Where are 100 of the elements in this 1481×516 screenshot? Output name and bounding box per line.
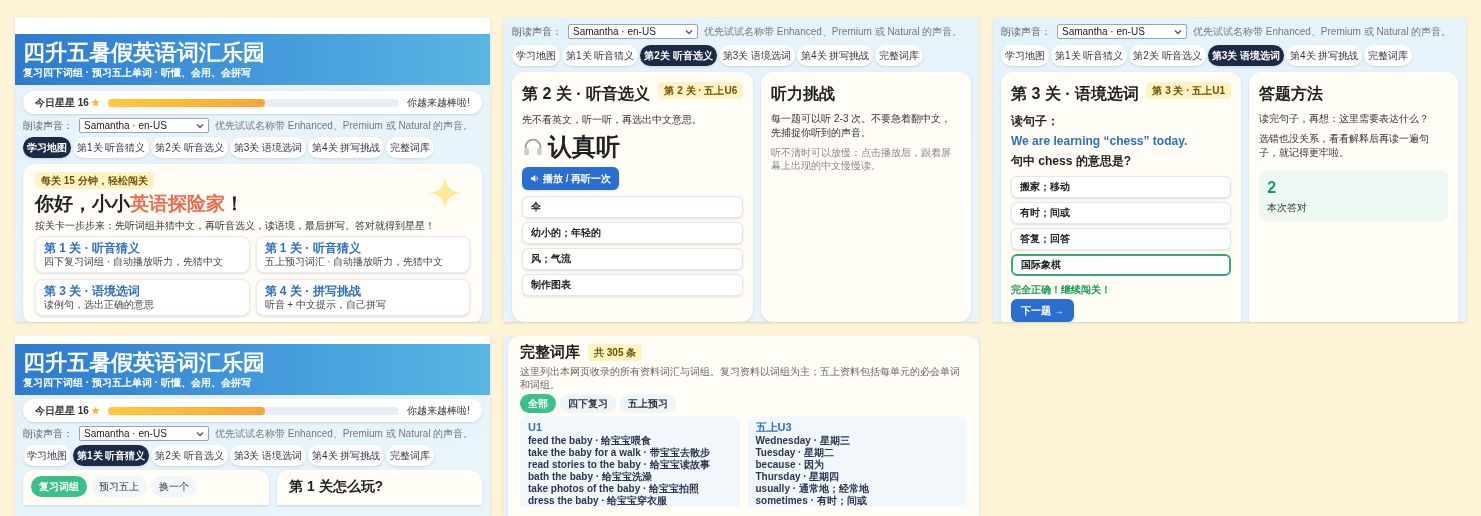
voice-select[interactable]: Samantha · en-US xyxy=(79,426,209,441)
nav-tab[interactable]: 完整词库 xyxy=(386,445,435,466)
next-button[interactable]: 下一题 → xyxy=(1011,299,1074,322)
star-icon xyxy=(90,406,100,415)
nav-tab[interactable]: 第4关 拼写挑战 xyxy=(1286,45,1363,66)
progress-message: 你越来越棒啦! xyxy=(407,96,470,110)
nav-tab[interactable]: 第3关 语境选词 xyxy=(1207,45,1285,66)
nav-tab[interactable]: 第2关 听音选义 xyxy=(151,137,228,158)
mode-toggle[interactable]: 预习五上 xyxy=(91,476,147,497)
speaker-icon xyxy=(530,174,539,183)
voice-label: 朗读声音： xyxy=(1001,25,1051,39)
word-entry: usually · 通常地；经常地 xyxy=(755,483,870,495)
level-description: 听音 + 中文提示，自己拼写 xyxy=(264,299,387,311)
card-description: 这里列出本网页收录的所有资料词汇与词组。复习资料以词组为主；五上资料包括每单元的必会单词和词组。 xyxy=(520,365,961,391)
level-card[interactable]: 第 1 关 · 听音猜义 五上预习词汇 · 自动播放听力，先猜中文 xyxy=(255,236,470,273)
word-entry: sometimes · 有时；间或 xyxy=(755,495,868,507)
greeting-heading: 你好，小小英语探险家！ xyxy=(35,193,245,215)
score-label: 本次答对 xyxy=(1267,201,1309,215)
card-title: 听力挑战 xyxy=(771,84,837,104)
word-entry: take photos of the baby · 给宝宝拍照 xyxy=(528,483,701,495)
nav-tab[interactable]: 完整词库 xyxy=(386,137,435,158)
word-entry: because · 因为 xyxy=(755,459,826,471)
group-heading: 五上U3 xyxy=(755,420,793,435)
answer-option[interactable]: 伞 xyxy=(522,196,744,218)
nav-tab[interactable]: 学习地图 xyxy=(1001,45,1049,66)
score-value: 2 xyxy=(1267,178,1278,198)
level-badge: 共 305 条 xyxy=(588,343,643,361)
nav-tab[interactable]: 第1关 听音猜义 xyxy=(562,45,639,66)
headphones-icon xyxy=(522,136,544,158)
nav-tab[interactable]: 完整词库 xyxy=(875,45,924,66)
mode-toggle[interactable]: 换一个 xyxy=(151,476,197,497)
feedback-text: 完全正确！继续闯关！ xyxy=(1011,283,1112,297)
nav-tab[interactable]: 第2关 听音选义 xyxy=(640,45,717,66)
card-note: 听不清时可以放慢：点击播放后，跟着屏幕上出现的中文慢慢读。 xyxy=(771,146,953,172)
question-text: 句中 chess 的意思是? xyxy=(1011,153,1133,170)
nav-tab[interactable]: 学习地图 xyxy=(23,445,71,466)
nav-tab[interactable]: 第4关 拼写挑战 xyxy=(308,445,385,466)
voice-label: 朗读声音： xyxy=(23,119,73,133)
nav-tab[interactable]: 第4关 拼写挑战 xyxy=(308,137,385,158)
app-subtitle: 复习四下词组 · 预习五上单词 · 听懂、会用、会拼写 xyxy=(23,376,252,389)
word-entry: Wednesday · 星期三 xyxy=(755,435,851,447)
word-entry: feed the baby · 给宝宝喂食 xyxy=(528,435,653,447)
voice-select[interactable]: Samantha · en-US xyxy=(568,24,698,39)
answer-option[interactable]: 搬家；移动 xyxy=(1011,176,1232,198)
level-card[interactable]: 第 4 关 · 拼写挑战 听音 + 中文提示，自己拼写 xyxy=(255,279,470,316)
word-entry: dress the baby · 给宝宝穿衣服 xyxy=(528,495,669,507)
level-badge: 每关 15 分钟，轻松闯关 xyxy=(35,172,154,189)
chevron-down-icon xyxy=(1174,28,1182,35)
star-count: 今日星星 16 xyxy=(35,404,89,418)
nav-tab[interactable]: 完整词库 xyxy=(1364,45,1413,66)
nav-tab[interactable]: 第2关 听音选义 xyxy=(151,445,228,466)
level-title: 第 4 关 · 拼写挑战 xyxy=(264,284,362,299)
filter-chip[interactable]: 五上预习 xyxy=(620,394,676,413)
voice-hint: 优先试试名称带 Enhanced、Premium 或 Natural 的声音。 xyxy=(704,25,963,39)
word-entry: take the baby for a walk · 带宝宝去散步 xyxy=(528,447,711,459)
nav-tab[interactable]: 第3关 语境选词 xyxy=(718,45,796,66)
level-description: 五上预习词汇 · 自动播放听力，先猜中文 xyxy=(264,256,445,268)
nav-tab[interactable]: 第4关 拼写挑战 xyxy=(797,45,874,66)
nav-tab[interactable]: 第3关 语境选词 xyxy=(229,137,307,158)
chevron-down-icon xyxy=(196,430,204,437)
play-button[interactable]: 播放 / 再听一次 xyxy=(522,167,620,190)
nav-tab[interactable]: 第1关 听音猜义 xyxy=(73,137,150,158)
nav-tab[interactable]: 第3关 语境选词 xyxy=(229,445,307,466)
answer-option[interactable]: 有时；间或 xyxy=(1011,202,1232,224)
intro-text: 按关卡一步步来：先听词组并猜中文，再听音选义，读语境，最后拼写。答对就得到星星！ xyxy=(35,219,436,232)
card-title: 第 2 关 · 听音选义 xyxy=(522,84,650,104)
answer-option[interactable]: 风；气流 xyxy=(522,248,744,270)
voice-hint: 优先试试名称带 Enhanced、Premium 或 Natural 的声音。 xyxy=(215,427,474,441)
nav-tab[interactable]: 第1关 听音猜义 xyxy=(73,445,150,466)
card-title: 完整词库 xyxy=(520,342,580,362)
chevron-down-icon xyxy=(685,28,693,35)
answer-option[interactable]: 国际象棋 xyxy=(1011,254,1232,276)
level-title: 第 1 关 · 听音猜义 xyxy=(264,241,362,256)
level-card[interactable]: 第 1 关 · 听音猜义 四下复习词组 · 自动播放听力，先猜中文 xyxy=(35,236,250,273)
card-text: 每一题可以听 2-3 次。不要急着翻中文，先捕捉你听到的声音。 xyxy=(771,112,953,140)
star-icon xyxy=(90,98,100,107)
voice-select[interactable]: Samantha · en-US xyxy=(1057,24,1187,39)
sparkle-icon xyxy=(428,176,462,210)
word-entry: read stories to the baby · 给宝宝读故事 xyxy=(528,459,711,471)
card-title: 第 1 关怎么玩? xyxy=(289,477,385,496)
card-text: 读完句子，再想：这里需要表达什么？ xyxy=(1259,112,1431,126)
word-entry: Thursday · 星期四 xyxy=(755,471,841,483)
filter-chip[interactable]: 四下复习 xyxy=(560,394,616,413)
voice-label: 朗读声音： xyxy=(23,427,73,441)
star-count: 今日星星 16 xyxy=(35,96,89,110)
answer-option[interactable]: 答复；回答 xyxy=(1011,228,1232,250)
level-title: 第 3 关 · 语境选词 xyxy=(44,284,141,299)
nav-tab[interactable]: 第1关 听音猜义 xyxy=(1051,45,1128,66)
voice-label: 朗读声音： xyxy=(512,25,562,39)
card-title: 第 3 关 · 语境选词 xyxy=(1011,84,1139,104)
nav-tab[interactable]: 学习地图 xyxy=(512,45,560,66)
level-description: 读例句，选出正确的意思 xyxy=(44,299,155,311)
nav-tab[interactable]: 第2关 听音选义 xyxy=(1129,45,1206,66)
chevron-down-icon xyxy=(196,122,204,129)
voice-select[interactable]: Samantha · en-US xyxy=(79,118,209,133)
answer-option[interactable]: 幼小的；年轻的 xyxy=(522,222,744,244)
answer-option[interactable]: 制作图表 xyxy=(522,274,744,296)
nav-tab[interactable]: 学习地图 xyxy=(23,137,71,158)
level-card[interactable]: 第 3 关 · 语境选词 读例句，选出正确的意思 xyxy=(35,279,250,316)
instruction-text: 先不看英文，听一听，再选出中文意思。 xyxy=(522,113,703,127)
